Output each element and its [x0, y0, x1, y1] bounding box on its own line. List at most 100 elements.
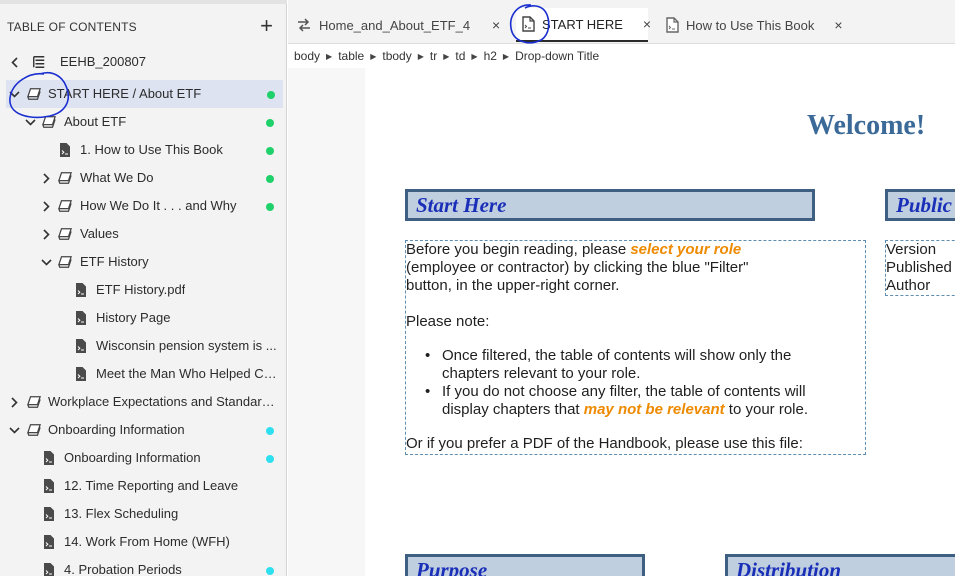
status-dot — [266, 147, 274, 155]
select-role-highlight: select your role — [630, 241, 742, 258]
toc-item[interactable]: EEHB_200807 — [0, 48, 287, 76]
toc-item-label: EEHB_200807 — [60, 54, 147, 69]
table-of-contents-icon — [32, 54, 46, 70]
publication-heading[interactable]: Public — [885, 189, 955, 221]
toc-item[interactable]: How We Do It . . . and Why — [0, 192, 287, 220]
breadcrumb-separator-icon: ▶ — [502, 51, 510, 61]
chevron-left-icon[interactable] — [8, 56, 20, 68]
document-canvas[interactable]: Welcome! Start Here Public Before you be… — [365, 68, 955, 576]
status-dot — [266, 175, 274, 183]
toc-item-label: About ETF — [64, 114, 127, 129]
toc-item-label: Wisconsin pension system is ... — [96, 338, 277, 353]
add-topic-button[interactable]: + — [260, 13, 273, 39]
toc-item-label: Onboarding Information — [48, 422, 185, 437]
toc-item[interactable]: 14. Work From Home (WFH) — [0, 528, 287, 556]
close-tab-icon[interactable]: × — [490, 17, 502, 33]
breadcrumb-item[interactable]: h2 — [484, 49, 497, 63]
toc-item[interactable]: History Page — [0, 304, 287, 332]
chevron-down-icon[interactable] — [40, 256, 52, 268]
book-icon — [27, 422, 41, 438]
toc-item[interactable]: 12. Time Reporting and Leave — [0, 472, 287, 500]
breadcrumb-item[interactable]: table — [338, 49, 364, 63]
page-icon — [74, 310, 88, 326]
intro-paragraph: Before you begin reading, please select … — [406, 241, 865, 295]
toc-item[interactable]: ETF History — [0, 248, 287, 276]
toc-item-label: Values — [80, 226, 119, 241]
toc-item[interactable]: What We Do — [0, 164, 287, 192]
info-version: Version — [886, 241, 937, 258]
purpose-heading[interactable]: Purpose — [405, 554, 645, 576]
toc-item-label: 14. Work From Home (WFH) — [64, 534, 230, 549]
toc-item[interactable]: 4. Probation Periods — [0, 556, 287, 576]
page-icon — [42, 450, 56, 466]
toc-item-label: START HERE / About ETF — [48, 86, 202, 101]
toc-item[interactable]: START HERE / About ETF — [6, 80, 283, 108]
toc-item-label: How We Do It . . . and Why — [80, 198, 237, 213]
welcome-heading: Welcome! — [807, 110, 926, 141]
chevron-down-icon[interactable] — [8, 88, 20, 100]
close-tab-icon[interactable]: × — [834, 17, 842, 33]
intro-text: Before you begin reading, please — [406, 241, 631, 258]
toc-item[interactable]: Wisconsin pension system is ... — [0, 332, 287, 360]
publication-info[interactable]: Version Published Author — [885, 240, 955, 296]
chevron-down-icon[interactable] — [8, 424, 20, 436]
toc-item[interactable]: About ETF — [0, 108, 287, 136]
chevron-right-icon[interactable] — [40, 172, 52, 184]
chevron-right-icon[interactable] — [8, 396, 20, 408]
chevron-right-icon[interactable] — [40, 228, 52, 240]
start-here-heading[interactable]: Start Here — [405, 189, 815, 221]
book-icon — [58, 198, 72, 214]
page-icon — [666, 17, 679, 33]
toc-item[interactable]: Onboarding Information — [0, 416, 287, 444]
book-icon — [42, 114, 56, 130]
toc-item-label: 12. Time Reporting and Leave — [64, 478, 239, 493]
toc-item-label: 1. How to Use This Book — [80, 142, 223, 157]
editor-tab-bar: Home_and_About_ETF_4 × START HERE × How … — [288, 0, 955, 44]
toc-item[interactable]: Onboarding Information — [0, 444, 287, 472]
toc-item-label: 13. Flex Scheduling — [64, 506, 179, 521]
bullet-text: Once filtered, the table of contents wil… — [442, 347, 792, 364]
page-icon — [58, 142, 72, 158]
start-here-content[interactable]: Before you begin reading, please select … — [405, 240, 866, 455]
swap-arrows-icon — [296, 17, 312, 33]
book-icon — [27, 394, 41, 410]
status-dot — [266, 567, 274, 575]
breadcrumb-separator-icon: ▶ — [417, 51, 424, 61]
bullet-text: chapters relevant to your role. — [442, 365, 641, 382]
not-relevant-highlight: may not be relevant — [583, 401, 725, 418]
chevron-down-icon[interactable] — [24, 116, 36, 128]
toc-item[interactable]: 13. Flex Scheduling — [0, 500, 287, 528]
tab-start-here[interactable]: START HERE × — [516, 8, 651, 42]
toc-item[interactable]: Values — [0, 220, 287, 248]
distribution-heading[interactable]: Distribution — [725, 554, 955, 576]
breadcrumb-item[interactable]: tbody — [382, 49, 411, 63]
document-gutter — [288, 68, 365, 576]
bullet-text: to your role. — [724, 401, 809, 418]
breadcrumb-item[interactable]: body — [294, 49, 320, 63]
breadcrumb-item[interactable]: tr — [430, 49, 437, 63]
toc-item-label: Workplace Expectations and Standard... — [48, 394, 278, 409]
page-icon — [74, 338, 88, 354]
toc-item[interactable]: Workplace Expectations and Standard... — [0, 388, 287, 416]
toc-item[interactable]: ETF History.pdf — [0, 276, 287, 304]
toc-item-label: 4. Probation Periods — [64, 562, 182, 576]
toc-header: TABLE OF CONTENTS + — [0, 10, 287, 44]
bullet-item: If you do not choose any filter, the tab… — [406, 383, 865, 419]
toc-sidebar: TABLE OF CONTENTS + EEHB_200807 START HER… — [0, 0, 287, 576]
toc-item-label: ETF History — [80, 254, 149, 269]
tab-home-and-about[interactable]: Home_and_About_ETF_4 × — [296, 8, 508, 42]
toc-item[interactable]: Meet the Man Who Helped Cr... — [0, 360, 287, 388]
status-dot — [266, 427, 274, 435]
book-icon — [58, 226, 72, 242]
breadcrumb-item[interactable]: td — [455, 49, 465, 63]
info-published: Published — [886, 259, 952, 276]
pdf-line: Or if you prefer a PDF of the Handbook, … — [406, 435, 803, 452]
element-breadcrumb: body ▶ table ▶ tbody ▶ tr ▶ td ▶ h2 ▶ Drop-down Titl… — [294, 48, 599, 64]
tab-how-to-use[interactable]: How to Use This Book × — [666, 8, 843, 42]
toc-item[interactable]: 1. How to Use This Book — [0, 136, 287, 164]
book-icon — [27, 86, 41, 102]
tab-label: How to Use This Book — [686, 17, 815, 33]
close-tab-icon[interactable]: × — [643, 16, 651, 32]
chevron-right-icon[interactable] — [40, 200, 52, 212]
breadcrumb-item[interactable]: Drop-down Title — [515, 49, 599, 63]
